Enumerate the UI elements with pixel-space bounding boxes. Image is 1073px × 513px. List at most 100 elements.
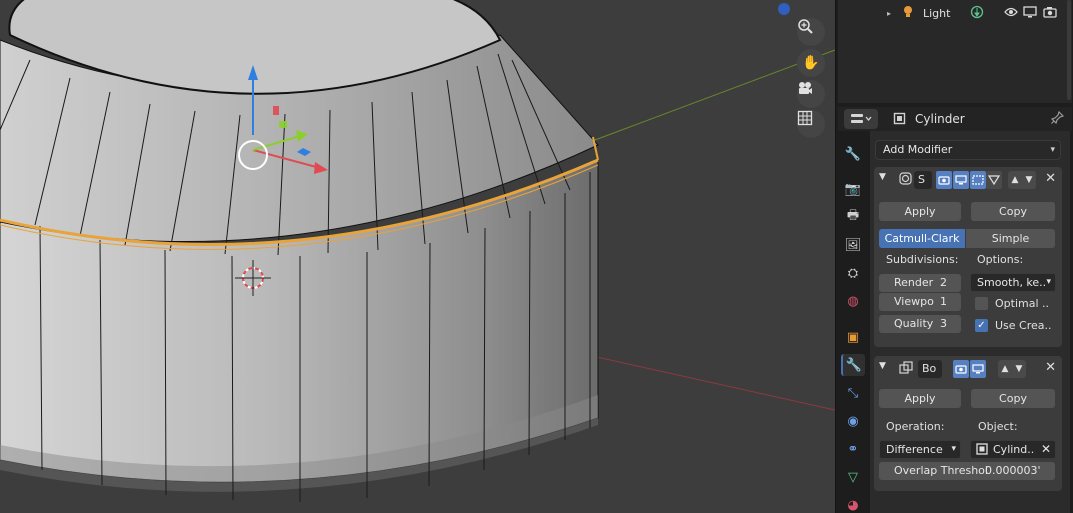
apply-button[interactable]: Apply bbox=[879, 389, 961, 408]
options-label: Options: bbox=[977, 253, 1024, 266]
object-orange-icon: ▣ bbox=[846, 329, 860, 345]
render-toggle-icon[interactable] bbox=[953, 360, 969, 378]
subdivisions-label: Subdivisions: bbox=[886, 253, 959, 266]
tab-tool[interactable]: 🔧 bbox=[841, 143, 865, 165]
tab-physics[interactable]: ◉ bbox=[841, 410, 865, 432]
viewport-scene bbox=[0, 0, 835, 502]
viewport-levels-label: Viewpo bbox=[894, 295, 934, 308]
tab-data[interactable]: ▽ bbox=[841, 466, 865, 488]
viewport-visibility-icon[interactable] bbox=[1023, 5, 1037, 21]
viewport-levels-field[interactable]: Viewpo 1 bbox=[879, 293, 961, 311]
outliner[interactable]: ▸ Light bbox=[838, 0, 1072, 103]
use-crease-checkbox[interactable]: ✓ bbox=[975, 319, 988, 332]
tab-scene[interactable]: ⛭ bbox=[841, 262, 865, 284]
wrench-icon: 🔧 bbox=[845, 357, 863, 373]
close-icon[interactable]: ✕ bbox=[1045, 171, 1056, 186]
3d-viewport[interactable]: ✋ bbox=[0, 0, 835, 513]
subsurf-name-field[interactable]: S bbox=[914, 171, 932, 189]
zoom-icon[interactable] bbox=[797, 18, 825, 46]
overlap-threshold-field[interactable]: Overlap Threshol 0.000003' bbox=[879, 462, 1055, 480]
pan-hand-icon[interactable]: ✋ bbox=[797, 49, 825, 77]
overlap-threshold-label: Overlap Threshol bbox=[894, 464, 988, 477]
add-modifier-dropdown[interactable]: Add Modifier ▾ bbox=[875, 140, 1061, 160]
tab-output[interactable]: 🖶 bbox=[841, 206, 865, 228]
quality-field[interactable]: Quality 3 bbox=[879, 315, 961, 333]
operation-value: Difference bbox=[886, 443, 943, 456]
use-crease-label: Use Crea.. bbox=[995, 319, 1052, 332]
uv-smooth-dropdown[interactable]: Smooth, ke.. ▾ bbox=[970, 273, 1056, 292]
apply-button[interactable]: Apply bbox=[879, 202, 961, 221]
clear-x-icon[interactable]: ✕ bbox=[1041, 441, 1051, 458]
particles-icon: ⤡ bbox=[847, 385, 859, 401]
properties-tabs: 🔧 📷 🖶 🖼 ⛭ ◍ ▣ 🔧 ⤡ ◉ ⚭ ▽ ◕ bbox=[838, 131, 868, 513]
object-field-icon bbox=[976, 443, 988, 460]
close-icon[interactable]: ✕ bbox=[1045, 360, 1056, 375]
overlap-threshold-value: 0.000003' bbox=[985, 464, 1041, 477]
right-editors: ▸ Light Cylinder 🔧 📷 🖶 🖼 ⛭ ◍ ▣ 🔧 ⤡ ◉ ⚭ ▽… bbox=[835, 0, 1073, 513]
editmode-toggle-icon[interactable] bbox=[970, 171, 986, 189]
camera-view-icon[interactable] bbox=[797, 80, 825, 108]
visibility-eye-icon[interactable] bbox=[1004, 6, 1018, 20]
collapse-arrow-icon[interactable]: ▼ bbox=[879, 361, 886, 371]
render-camera-icon[interactable] bbox=[1043, 6, 1057, 21]
collapse-arrow-icon[interactable]: ▼ bbox=[879, 172, 886, 182]
object-label: Object: bbox=[978, 420, 1018, 433]
move-down-icon[interactable]: ▼ bbox=[1026, 175, 1033, 185]
move-updown-buttons[interactable]: ▲ ▼ bbox=[1008, 171, 1036, 189]
light-bulb-icon bbox=[902, 5, 914, 21]
outliner-row-light[interactable]: ▸ Light bbox=[838, 3, 1072, 23]
optimal-display-checkbox[interactable] bbox=[975, 297, 988, 310]
tool-icon: 🔧 bbox=[844, 146, 862, 162]
tab-view-layer[interactable]: 🖼 bbox=[841, 234, 865, 256]
subsurf-modifier-panel: ▼ S ▲ ▼ ✕ Apply Copy Catmull-Clark Simpl… bbox=[874, 167, 1062, 347]
editor-type-dropdown[interactable] bbox=[844, 109, 878, 129]
boolean-modifier-panel: ▼ Bo ▲▼ ✕ Apply Copy Operation: Object: bbox=[874, 356, 1062, 491]
add-modifier-label: Add Modifier bbox=[883, 143, 953, 156]
light-data-icon[interactable] bbox=[970, 5, 984, 22]
outliner-scrollbar[interactable] bbox=[1067, 0, 1071, 100]
object-field[interactable]: Cylind.. ✕ bbox=[970, 440, 1056, 459]
tab-particles[interactable]: ⤡ bbox=[841, 382, 865, 404]
printer-icon: 🖶 bbox=[846, 208, 860, 223]
mesh-data-icon: ▽ bbox=[848, 469, 858, 485]
chevron-down-icon: ▾ bbox=[1046, 277, 1051, 287]
quality-value: 3 bbox=[940, 317, 947, 330]
viewport-toggle-icon[interactable] bbox=[953, 171, 969, 189]
catmull-clark-toggle[interactable]: Catmull-Clark bbox=[879, 229, 965, 248]
render-camera-back-icon: 📷 bbox=[844, 181, 862, 197]
move-down-icon[interactable]: ▼ bbox=[1016, 364, 1023, 374]
navigation-axis-dot bbox=[778, 3, 790, 15]
world-icon: ◍ bbox=[847, 293, 859, 309]
viewport-levels-value: 1 bbox=[940, 295, 947, 308]
object-name: Cylinder bbox=[915, 112, 965, 126]
render-toggle-icon[interactable] bbox=[936, 171, 952, 189]
tab-render[interactable]: 📷 bbox=[841, 178, 865, 200]
move-up-icon[interactable]: ▲ bbox=[1012, 175, 1019, 185]
boolean-name-field[interactable]: Bo bbox=[918, 360, 942, 378]
move-updown-buttons[interactable]: ▲ ▼ bbox=[998, 360, 1026, 378]
cage-toggle-icon[interactable] bbox=[986, 171, 1002, 189]
move-up-icon[interactable]: ▲ bbox=[1002, 364, 1009, 374]
subsurf-modifier-icon bbox=[899, 172, 912, 188]
uv-smooth-value: Smooth, ke.. bbox=[977, 276, 1047, 289]
tab-object[interactable]: ▣ bbox=[841, 326, 865, 348]
copy-button[interactable]: Copy bbox=[971, 202, 1055, 221]
pin-icon[interactable] bbox=[1050, 110, 1065, 127]
tab-world[interactable]: ◍ bbox=[841, 290, 865, 312]
expand-arrow-icon[interactable]: ▸ bbox=[887, 9, 891, 18]
perspective-grid-icon[interactable] bbox=[797, 110, 825, 138]
render-levels-field[interactable]: Render 2 bbox=[879, 274, 961, 292]
modifier-properties: Add Modifier ▾ ▼ S ▲ ▼ ✕ Apply Copy Catm… bbox=[870, 131, 1070, 513]
operation-dropdown[interactable]: Difference ▾ bbox=[879, 440, 961, 459]
tab-constraints[interactable]: ⚭ bbox=[841, 438, 865, 460]
copy-button[interactable]: Copy bbox=[971, 389, 1055, 408]
properties-header: Cylinder bbox=[838, 107, 1072, 131]
tab-modifiers[interactable]: 🔧 bbox=[841, 354, 865, 376]
simple-toggle[interactable]: Simple bbox=[966, 229, 1055, 248]
chevron-down-icon: ▾ bbox=[1050, 145, 1055, 155]
viewport-toggle-icon[interactable] bbox=[970, 360, 986, 378]
subsurf-panel-header: ▼ S ▲ ▼ ✕ bbox=[874, 167, 1062, 193]
tab-material[interactable]: ◕ bbox=[841, 494, 865, 513]
scene-icon: ⛭ bbox=[847, 265, 859, 281]
outliner-item-label[interactable]: Light bbox=[923, 7, 950, 20]
